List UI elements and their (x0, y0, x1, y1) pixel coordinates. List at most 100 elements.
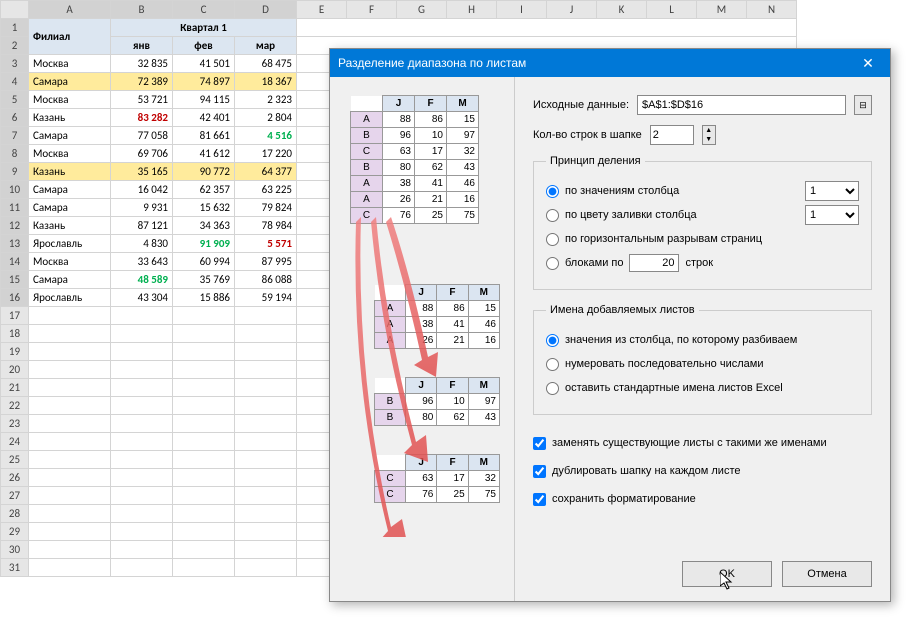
cell[interactable]: 2 804 (235, 109, 297, 127)
cell[interactable]: 74 897 (173, 73, 235, 91)
cell[interactable] (235, 343, 297, 361)
cell[interactable] (29, 469, 111, 487)
cell[interactable]: Самара (29, 181, 111, 199)
col-header-F[interactable]: F (347, 1, 397, 19)
close-icon[interactable]: ✕ (854, 49, 882, 77)
cell[interactable]: Москва (29, 145, 111, 163)
cell[interactable] (235, 487, 297, 505)
cell[interactable] (111, 325, 173, 343)
ok-button[interactable]: OK (682, 561, 772, 587)
row-header-19[interactable]: 19 (1, 343, 29, 361)
cell[interactable]: Ярославль (29, 235, 111, 253)
cell-B2[interactable]: янв (111, 37, 173, 55)
cell[interactable] (111, 523, 173, 541)
cell[interactable] (29, 559, 111, 577)
row-header-31[interactable]: 31 (1, 559, 29, 577)
cell[interactable]: Москва (29, 91, 111, 109)
cell[interactable] (111, 487, 173, 505)
radio-by-color[interactable] (546, 209, 559, 222)
cell[interactable]: 35 165 (111, 163, 173, 181)
row-header-24[interactable]: 24 (1, 433, 29, 451)
cell[interactable] (111, 559, 173, 577)
cell[interactable] (235, 397, 297, 415)
cell[interactable] (111, 379, 173, 397)
cell[interactable]: Москва (29, 55, 111, 73)
cell[interactable] (111, 415, 173, 433)
row-header-21[interactable]: 21 (1, 379, 29, 397)
col-header-M[interactable]: M (697, 1, 747, 19)
row-header-23[interactable]: 23 (1, 415, 29, 433)
cell[interactable]: 87 121 (111, 217, 173, 235)
cell[interactable] (173, 361, 235, 379)
radio-names-numbered[interactable] (546, 358, 559, 371)
row-header-8[interactable]: 8 (1, 145, 29, 163)
cell[interactable] (111, 343, 173, 361)
cell[interactable] (173, 415, 235, 433)
cell-D2[interactable]: мар (235, 37, 297, 55)
cell[interactable]: Самара (29, 127, 111, 145)
cell[interactable] (235, 469, 297, 487)
cell[interactable] (29, 307, 111, 325)
cell[interactable] (173, 487, 235, 505)
row-header-1[interactable]: 1 (1, 19, 29, 37)
cell[interactable] (29, 541, 111, 559)
cancel-button[interactable]: Отмена (782, 561, 872, 587)
row-header-14[interactable]: 14 (1, 253, 29, 271)
radio-by-gaps[interactable] (546, 233, 559, 246)
cell[interactable]: 33 643 (111, 253, 173, 271)
column-select-1[interactable]: 1 (805, 181, 859, 201)
cell[interactable] (29, 487, 111, 505)
cell[interactable] (111, 541, 173, 559)
cell[interactable]: 68 475 (235, 55, 297, 73)
header-rows-spinner[interactable] (650, 125, 694, 145)
row-header-18[interactable]: 18 (1, 325, 29, 343)
col-header-N[interactable]: N (747, 1, 797, 19)
select-all-corner[interactable] (1, 1, 29, 19)
cell[interactable] (111, 451, 173, 469)
row-header-30[interactable]: 30 (1, 541, 29, 559)
row-header-16[interactable]: 16 (1, 289, 29, 307)
col-header-C[interactable]: C (173, 1, 235, 19)
cell[interactable] (29, 451, 111, 469)
cell[interactable]: 15 632 (173, 199, 235, 217)
cell[interactable]: 41 612 (173, 145, 235, 163)
cell[interactable]: Казань (29, 163, 111, 181)
cell[interactable] (173, 325, 235, 343)
col-header-E[interactable]: E (297, 1, 347, 19)
cell[interactable] (173, 559, 235, 577)
cell[interactable]: 60 994 (173, 253, 235, 271)
cell[interactable] (235, 415, 297, 433)
cell[interactable]: 18 367 (235, 73, 297, 91)
cell[interactable]: 63 225 (235, 181, 297, 199)
cell[interactable]: Самара (29, 73, 111, 91)
cell[interactable] (111, 361, 173, 379)
radio-names-default[interactable] (546, 382, 559, 395)
cell[interactable]: 83 282 (111, 109, 173, 127)
cell[interactable]: Казань (29, 217, 111, 235)
cell[interactable]: Москва (29, 253, 111, 271)
block-size-input[interactable] (629, 254, 679, 272)
row-header-28[interactable]: 28 (1, 505, 29, 523)
cell[interactable]: 87 995 (235, 253, 297, 271)
cell[interactable] (173, 433, 235, 451)
col-header-G[interactable]: G (397, 1, 447, 19)
col-header-H[interactable]: H (447, 1, 497, 19)
row-header-4[interactable]: 4 (1, 73, 29, 91)
cell[interactable] (111, 505, 173, 523)
cell[interactable] (173, 469, 235, 487)
cell[interactable]: 77 058 (111, 127, 173, 145)
cell[interactable] (173, 505, 235, 523)
cell[interactable]: 79 824 (235, 199, 297, 217)
cell[interactable]: 16 042 (111, 181, 173, 199)
row-header-10[interactable]: 10 (1, 181, 29, 199)
row-header-13[interactable]: 13 (1, 235, 29, 253)
cell[interactable] (111, 307, 173, 325)
cell[interactable]: 86 088 (235, 271, 297, 289)
cell[interactable] (29, 415, 111, 433)
cell[interactable]: 81 661 (173, 127, 235, 145)
cell[interactable] (29, 325, 111, 343)
chk-duplicate-header[interactable] (533, 465, 546, 478)
radio-by-blocks[interactable] (546, 257, 559, 270)
cell-C2[interactable]: фев (173, 37, 235, 55)
cell[interactable] (173, 343, 235, 361)
